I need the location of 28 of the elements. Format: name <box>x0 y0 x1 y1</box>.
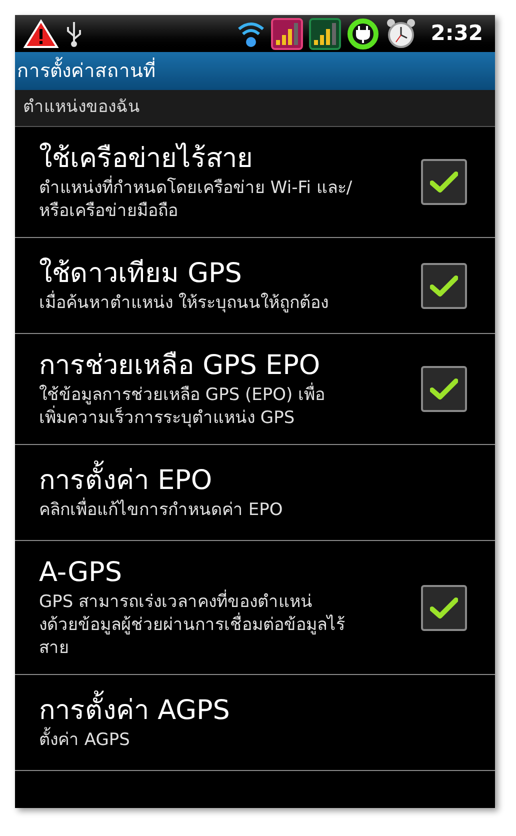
alarm-clock-icon <box>384 16 417 50</box>
checkmark-icon <box>430 170 458 194</box>
signal-icon <box>270 18 303 50</box>
setting-title[interactable]: การตั้งค่า EPO <box>39 463 467 499</box>
signal-icon <box>308 18 341 50</box>
checkbox[interactable] <box>421 584 467 630</box>
setting-summary: GPS สามารถเร่งเวลาคงที่ของตำแหน่ งด้วยข้อมูลผู้ช่วยผ่านการเชื่อมต่อข้อมูลไร้ สาย <box>39 591 421 660</box>
charging-plug-icon <box>346 18 379 50</box>
checkbox[interactable] <box>421 159 467 205</box>
checkmark-icon <box>430 274 458 298</box>
setting-title[interactable]: A-GPS <box>39 555 421 591</box>
status-time: 2:32 <box>430 20 483 47</box>
checkmark-icon <box>430 377 458 401</box>
warning-icon <box>23 18 59 48</box>
setting-title[interactable]: ใช้ดาวเทียม GPS <box>39 256 421 292</box>
usb-icon <box>65 20 83 48</box>
setting-title[interactable]: การช่วยเหลือ GPS EPO <box>39 348 421 384</box>
setting-summary: คลิกเพื่อแก้ไขการกำหนดค่า EPO <box>39 499 467 522</box>
category-title: ตำแหน่งของฉัน <box>23 96 140 120</box>
checkmark-icon <box>430 596 458 620</box>
setting-title[interactable]: ใช้เครือข่ายไร้สาย <box>39 141 421 177</box>
checkbox[interactable] <box>421 262 467 308</box>
setting-summary: เมื่อค้นหาตำแหน่ง ให้ระบุถนนให้ถูกต้อง <box>39 292 421 315</box>
screen-title: การตั้งค่าสถานที่ <box>17 56 156 86</box>
setting-summary: ตำแหน่งที่กำหนดโดยเครือข่าย Wi-Fi และ/ หรือเครือข่ายมือถือ <box>39 177 421 223</box>
setting-summary: ตั้งค่า AGPS <box>39 729 467 752</box>
checkbox[interactable] <box>421 366 467 412</box>
setting-summary: ใช้ข้อมูลการช่วยเหลือ GPS (EPO) เพื่อ เพิ่มความเร็วการระบุตำแหน่ง GPS <box>39 384 421 430</box>
